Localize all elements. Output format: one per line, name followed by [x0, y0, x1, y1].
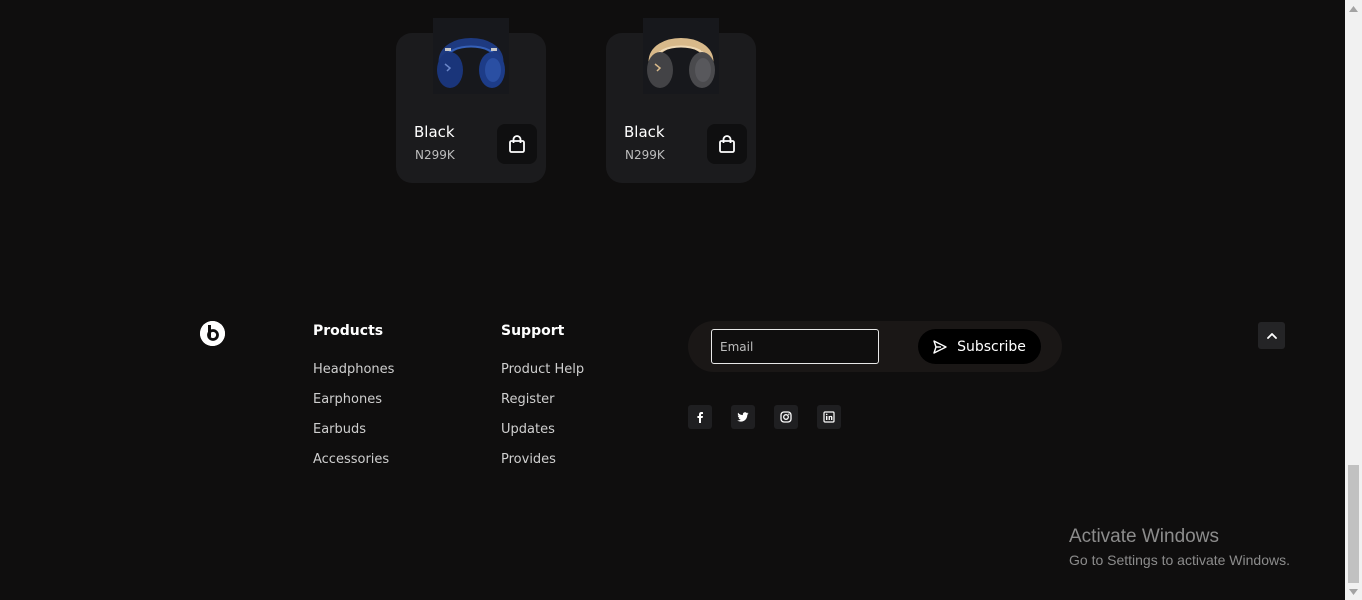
- footer-link-updates[interactable]: Updates: [501, 421, 584, 451]
- footer-link-accessories[interactable]: Accessories: [313, 451, 394, 481]
- footer-link-headphones[interactable]: Headphones: [313, 361, 394, 391]
- product-title: Black: [624, 123, 665, 141]
- social-links: [688, 405, 841, 429]
- footer-products-column: Products Headphones Earphones Earbuds Ac…: [313, 323, 394, 481]
- email-input[interactable]: [711, 329, 879, 364]
- facebook-icon[interactable]: [688, 405, 712, 429]
- page-scrollbar[interactable]: [1345, 0, 1362, 600]
- scroll-down-arrow-icon[interactable]: [1349, 587, 1358, 596]
- scrollbar-thumb[interactable]: [1348, 465, 1359, 583]
- headphones-blue-icon[interactable]: [433, 18, 509, 94]
- footer-link-provides[interactable]: Provides: [501, 451, 584, 481]
- subscribe-button[interactable]: Subscribe: [918, 329, 1041, 364]
- windows-activation-watermark: Activate Windows Go to Settings to activ…: [1069, 526, 1290, 571]
- product-card[interactable]: Black N299K: [606, 18, 756, 183]
- footer-link-earbuds[interactable]: Earbuds: [313, 421, 394, 451]
- watermark-title: Activate Windows: [1069, 526, 1219, 547]
- add-to-cart-button[interactable]: [707, 124, 747, 164]
- footer-support-column: Support Product Help Register Updates Pr…: [501, 323, 584, 481]
- shopping-bag-icon: [719, 135, 735, 153]
- product-price: N299K: [625, 148, 665, 162]
- footer-products-title: Products: [313, 323, 384, 339]
- send-icon: [933, 339, 947, 354]
- twitter-icon[interactable]: [731, 405, 755, 429]
- product-price: N299K: [415, 148, 455, 162]
- footer-support-title: Support: [501, 323, 565, 339]
- scroll-up-arrow-icon[interactable]: [1349, 4, 1358, 13]
- product-title: Black: [414, 123, 455, 141]
- beats-logo-icon[interactable]: [200, 321, 225, 346]
- footer-link-product-help[interactable]: Product Help: [501, 361, 584, 391]
- watermark-subtitle: Go to Settings to activate Windows.: [1069, 552, 1290, 568]
- footer-link-register[interactable]: Register: [501, 391, 584, 421]
- subscribe-button-label: Subscribe: [957, 338, 1026, 355]
- product-card[interactable]: Black N299K: [396, 18, 546, 183]
- chevron-up-icon: [1266, 332, 1277, 339]
- back-to-top-button[interactable]: [1258, 322, 1285, 349]
- instagram-icon[interactable]: [774, 405, 798, 429]
- shopping-bag-icon: [509, 135, 525, 153]
- footer-link-earphones[interactable]: Earphones: [313, 391, 394, 421]
- subscribe-form: Subscribe: [688, 321, 1062, 372]
- linkedin-icon[interactable]: [817, 405, 841, 429]
- add-to-cart-button[interactable]: [497, 124, 537, 164]
- headphones-gray-gold-icon[interactable]: [643, 18, 719, 94]
